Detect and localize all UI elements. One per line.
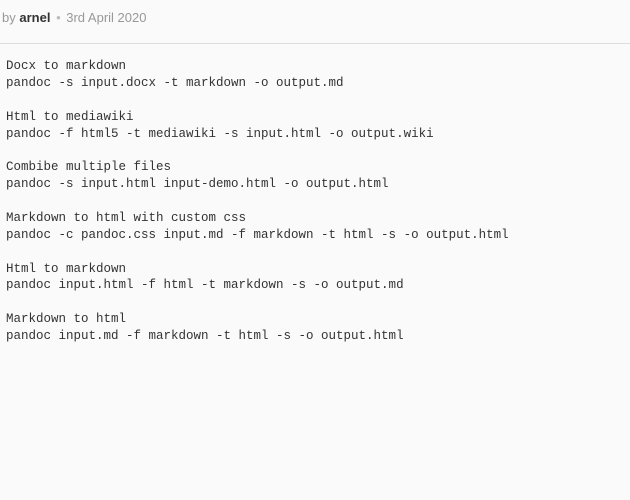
post-meta: by arnel • 3rd April 2020 (0, 0, 630, 43)
author-link[interactable]: arnel (19, 10, 50, 25)
code-block: Docx to markdown pandoc -s input.docx -t… (0, 43, 630, 359)
by-label: by (2, 10, 16, 25)
post-date: 3rd April 2020 (66, 10, 146, 25)
meta-separator: • (56, 10, 61, 25)
